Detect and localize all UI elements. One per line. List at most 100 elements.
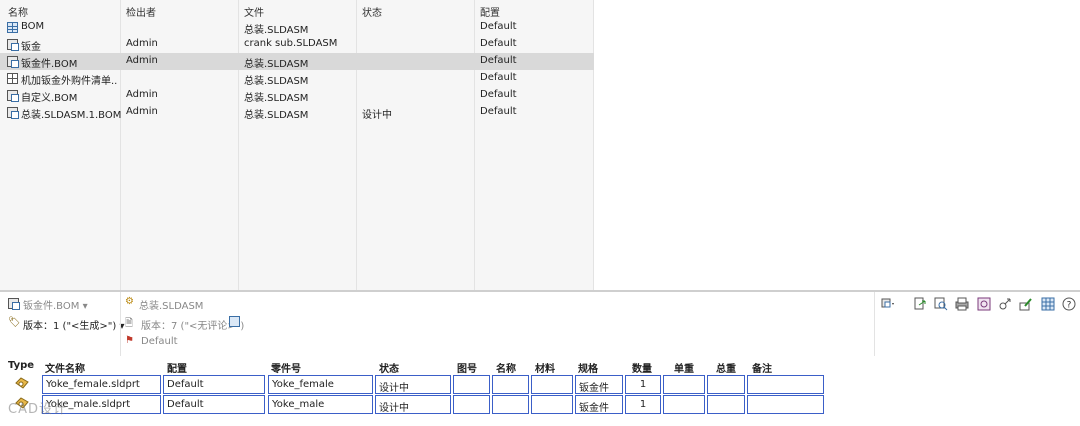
table-cell-total-weight[interactable] <box>707 375 745 394</box>
list-item-file: 总装.SLDASM <box>244 25 309 36</box>
column-header-config[interactable]: 配置 <box>480 4 500 19</box>
bom-info-bar: 钣金件.BOM ▾ 🏷 版本：1 ("<生成>") ▾ ⚙ 总装.SLDASM … <box>0 292 1080 356</box>
edit-icon[interactable] <box>1019 297 1033 311</box>
column-header-file[interactable]: 文件 <box>244 4 264 19</box>
list-item-name: 总装.SLDASM.1.BOM <box>21 110 122 121</box>
table-header-quantity[interactable]: 数量 <box>632 360 652 375</box>
assembly-file: 总装.SLDASM <box>139 301 204 312</box>
refresh-icon[interactable] <box>229 316 240 327</box>
list-item-checked-out-by: Admin <box>126 106 158 117</box>
table-cell-material[interactable] <box>531 395 573 414</box>
table-header-unit-weight[interactable]: 单重 <box>674 360 694 375</box>
info-separator <box>120 292 121 356</box>
bom-stack-icon <box>7 90 19 102</box>
assembly-icon: ⚙ <box>125 296 134 307</box>
bom-table-icon <box>7 22 18 33</box>
list-item-config: Default <box>480 55 517 66</box>
list-item-custom-bom[interactable]: 自定义.BOM Admin 总装.SLDASM Default <box>0 87 594 104</box>
bom-selector-label: 钣金件.BOM <box>23 301 80 312</box>
table-header-file-name[interactable]: 文件名称 <box>45 360 85 375</box>
table-cell-name[interactable] <box>492 395 529 414</box>
table-cell-unit-weight[interactable] <box>663 395 705 414</box>
table-cell-material[interactable] <box>531 375 573 394</box>
table-cell-config[interactable]: Default <box>163 395 265 414</box>
list-item-name: BOM <box>21 21 45 32</box>
bom-stack-icon <box>7 39 19 51</box>
table-cell-remark[interactable] <box>747 375 824 394</box>
table-cell-spec[interactable]: 钣金件 <box>575 395 623 414</box>
table-cell-remark[interactable] <box>747 395 824 414</box>
document-icon: 🗎 <box>125 318 134 329</box>
list-item-name: 自定义.BOM <box>21 93 78 104</box>
list-item-assembly-bom[interactable]: 总装.SLDASM.1.BOM Admin 总装.SLDASM 设计中 Defa… <box>0 104 594 121</box>
list-item-config: Default <box>480 89 517 100</box>
table-cell-quantity[interactable]: 1 <box>625 395 661 414</box>
list-item-sheet-metal-bom[interactable]: 钣金件.BOM Admin 总装.SLDASM Default <box>0 53 594 70</box>
bom-selector[interactable]: 钣金件.BOM ▾ <box>23 297 88 312</box>
link-icon[interactable] <box>998 297 1012 311</box>
view-options-icon[interactable] <box>881 297 895 311</box>
bom-table: Type 文件名称 配置 零件号 状态 图号 名称 材料 规格 数量 单重 总重… <box>0 356 1080 426</box>
table-cell-spec[interactable]: 钣金件 <box>575 375 623 394</box>
table-cell-drawing-no[interactable] <box>453 375 490 394</box>
settings-icon[interactable] <box>977 297 991 311</box>
table-cell-name[interactable] <box>492 375 529 394</box>
version-selector-label: 版本：1 ("<生成>") <box>23 321 117 332</box>
configuration-name: Default <box>141 336 178 347</box>
list-item-name: 钣金件.BOM <box>21 59 78 70</box>
bom-stack-icon <box>7 56 19 68</box>
list-item-checked-out-by: Admin <box>126 89 158 100</box>
help-icon[interactable]: ? <box>1062 297 1076 311</box>
column-header-checked-out-by[interactable]: 检出者 <box>126 4 156 19</box>
table-cell-unit-weight[interactable] <box>663 375 705 394</box>
table-cell-part-number[interactable]: Yoke_female <box>268 375 373 394</box>
toolbar-separator <box>874 292 875 356</box>
bom-list-view: 名称 检出者 文件 状态 配置 BOM 总装.SLDASM Default 钣金… <box>0 0 1080 290</box>
list-item-file: 总装.SLDASM <box>244 76 309 87</box>
preview-icon[interactable] <box>934 297 948 311</box>
table-header-part-number[interactable]: 零件号 <box>271 360 301 375</box>
part-icon <box>15 377 29 389</box>
configuration-flag-icon: ⚑ <box>125 335 134 346</box>
table-header-spec[interactable]: 规格 <box>578 360 598 375</box>
list-item-file: 总装.SLDASM <box>244 59 309 70</box>
list-item-config: Default <box>480 38 517 49</box>
print-icon[interactable] <box>955 297 969 311</box>
bom-list-panel: 名称 检出者 文件 状态 配置 BOM 总装.SLDASM Default 钣金… <box>0 0 594 290</box>
list-item-name: 机加钣金外购件清单... <box>21 76 118 87</box>
table-cell-status[interactable]: 设计中 <box>375 395 451 414</box>
list-item-file: 总装.SLDASM <box>244 110 309 121</box>
list-item-bom[interactable]: BOM 总装.SLDASM Default <box>0 19 594 36</box>
table-cell-config[interactable]: Default <box>163 375 265 394</box>
table-header-status[interactable]: 状态 <box>379 360 399 375</box>
table-header-remark[interactable]: 备注 <box>752 360 772 375</box>
svg-text:?: ? <box>1067 301 1072 311</box>
version-icon: 🏷 <box>8 317 21 328</box>
table-header-name[interactable]: 名称 <box>496 360 516 375</box>
export-icon[interactable] <box>913 297 927 311</box>
table-cell-status[interactable]: 设计中 <box>375 375 451 394</box>
table-cell-file-name[interactable]: Yoke_female.sldprt <box>42 375 161 394</box>
table-header-total-weight[interactable]: 总重 <box>716 360 736 375</box>
column-header-name[interactable]: 名称 <box>8 4 28 19</box>
table-header-drawing-no[interactable]: 图号 <box>457 360 477 375</box>
table-header-type[interactable]: Type <box>8 360 34 371</box>
list-item-checked-out-by: Admin <box>126 55 158 66</box>
chevron-down-icon: ▾ <box>82 301 88 312</box>
list-item-config: Default <box>480 72 517 83</box>
version-selector[interactable]: 版本：1 ("<生成>") ▾ <box>23 317 125 332</box>
list-item-machining-list[interactable]: 机加钣金外购件清单... 总装.SLDASM Default <box>0 70 594 87</box>
list-item-file: crank sub.SLDASM <box>244 38 338 49</box>
table-header-material[interactable]: 材料 <box>535 360 555 375</box>
column-header-status[interactable]: 状态 <box>362 4 382 19</box>
list-item-file: 总装.SLDASM <box>244 93 309 104</box>
table-cell-total-weight[interactable] <box>707 395 745 414</box>
table-header-config[interactable]: 配置 <box>167 360 187 375</box>
list-item-config: Default <box>480 106 517 117</box>
table-cell-part-number[interactable]: Yoke_male <box>268 395 373 414</box>
table-view-icon[interactable] <box>1041 297 1055 311</box>
table-cell-quantity[interactable]: 1 <box>625 375 661 394</box>
table-cell-drawing-no[interactable] <box>453 395 490 414</box>
list-item-checked-out-by: Admin <box>126 38 158 49</box>
list-item-sheet-metal[interactable]: 钣金 Admin crank sub.SLDASM Default <box>0 36 594 53</box>
